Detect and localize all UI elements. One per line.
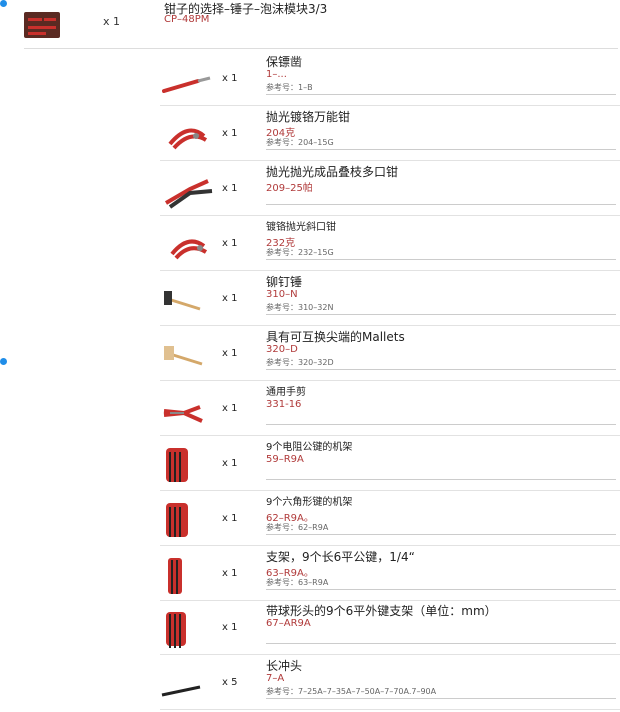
kit-quantity: x 1 xyxy=(103,15,121,28)
item-code[interactable]: 67–AR9A xyxy=(266,618,311,629)
list-item[interactable]: x 1 具有可互换尖端的Mallets 320–D 参考号：320–32D xyxy=(160,328,620,383)
item-reference: 参考号：62–R9A xyxy=(266,523,329,532)
underline xyxy=(266,259,616,260)
divider xyxy=(160,215,620,216)
item-quantity: x 1 xyxy=(222,238,238,249)
item-reference: 参考号：204–15G xyxy=(266,138,334,147)
item-code[interactable]: 59–R9A xyxy=(266,454,304,465)
item-reference: 参考号：232–15G xyxy=(266,248,334,257)
item-quantity: x 1 xyxy=(222,128,238,139)
item-quantity: x 1 xyxy=(222,513,238,524)
combination-pliers-icon xyxy=(160,116,220,156)
item-reference: 参考号：310–32N xyxy=(266,303,334,312)
mallet-icon xyxy=(160,336,220,376)
item-name[interactable]: 9个电阻公键的机架 xyxy=(266,438,352,453)
list-item[interactable]: x 1 铆钉锤 310–N 参考号：310–32N xyxy=(160,273,620,328)
item-quantity: x 1 xyxy=(222,183,238,194)
item-name[interactable]: 9个六角形键的机架 xyxy=(266,493,352,508)
marker-icon xyxy=(0,358,7,365)
item-reference: 参考号：320–32D xyxy=(266,358,334,367)
list-item[interactable]: x 1 支架，9个长6平公键，1/4“ 63–R9A。 参考号：63–R9A xyxy=(160,548,620,603)
item-code[interactable]: 310–N xyxy=(266,289,298,300)
diagonal-cutters-icon xyxy=(160,226,220,266)
kit-code[interactable]: CP–48PM xyxy=(164,14,209,25)
item-quantity: x 1 xyxy=(222,73,238,84)
hex-key-set-icon xyxy=(160,501,220,541)
tool-kit-icon xyxy=(24,12,60,38)
underline xyxy=(266,643,616,644)
list-item[interactable]: x 1 带球形头的9个6平外键支架（单位：mm） 67–AR9A xyxy=(160,602,620,657)
underline xyxy=(266,204,616,205)
divider xyxy=(160,105,620,106)
chisel-icon xyxy=(160,61,220,101)
item-quantity: x 1 xyxy=(222,458,238,469)
list-item[interactable]: x 1 保镖凿 1–... 参考号：1–B xyxy=(160,53,620,108)
item-code[interactable]: 331-16 xyxy=(266,399,301,410)
hex-key-set-icon xyxy=(160,446,220,486)
list-item[interactable]: x 1 抛光镀铬万能钳 204克 参考号：204–15G xyxy=(160,108,620,163)
divider xyxy=(160,435,620,436)
underline xyxy=(266,698,616,699)
underline xyxy=(266,479,616,480)
item-code[interactable]: 320–D xyxy=(266,344,298,355)
item-code[interactable]: 7–A xyxy=(266,673,284,684)
item-quantity: x 1 xyxy=(222,293,238,304)
ball-hex-key-set-icon xyxy=(160,610,220,650)
item-name[interactable]: 带球形头的9个6平外键支架（单位：mm） xyxy=(266,602,497,619)
divider xyxy=(24,48,618,49)
list-item[interactable]: x 1 抛光抛光成品叠枝多口钳 209–25帕 xyxy=(160,163,620,218)
item-code[interactable]: 209–25帕 xyxy=(266,179,313,194)
item-name[interactable]: 抛光镀铬万能钳 xyxy=(266,108,350,125)
item-code[interactable]: 1–... xyxy=(266,69,287,80)
underline xyxy=(266,369,616,370)
slip-joint-pliers-icon xyxy=(160,171,220,211)
item-name[interactable]: 铆钉锤 xyxy=(266,273,302,290)
divider xyxy=(160,654,620,655)
shears-icon xyxy=(160,391,220,431)
item-name[interactable]: 保镖凿 xyxy=(266,53,302,70)
item-name[interactable]: 具有可互换尖端的Mallets xyxy=(266,328,405,345)
divider xyxy=(160,160,620,161)
underline xyxy=(266,314,616,315)
underline xyxy=(266,589,616,590)
item-quantity: x 1 xyxy=(222,568,238,579)
marker-icon xyxy=(0,0,7,7)
item-quantity: x 1 xyxy=(222,622,238,633)
list-item[interactable]: x 1 9个六角形键的机架 62–R9A。 参考号：62–R9A xyxy=(160,493,620,548)
item-reference: 参考号：1–B xyxy=(266,83,313,92)
divider xyxy=(160,545,620,546)
underline xyxy=(266,94,616,95)
item-reference: 参考号：63–R9A xyxy=(266,578,329,587)
item-name[interactable]: 镀铬抛光斜口钳 xyxy=(266,218,336,233)
underline xyxy=(266,424,616,425)
divider xyxy=(160,490,620,491)
item-quantity: x 5 xyxy=(222,677,238,688)
list-item[interactable]: x 5 长冲头 7–A 参考号：7–25A–7–35A–7–50A–7–70A.7–9… xyxy=(160,657,620,712)
kit-header: x 1 钳子的选择–锤子–泡沫模块3/3 CP–48PM xyxy=(0,0,620,48)
hammer-icon xyxy=(160,281,220,321)
list-item[interactable]: x 1 9个电阻公键的机架 59–R9A xyxy=(160,438,620,493)
item-name[interactable]: 长冲头 xyxy=(266,657,302,674)
item-name[interactable]: 支架，9个长6平公键，1/4“ xyxy=(266,548,415,565)
list-item[interactable]: x 1 镀铬抛光斜口钳 232克 参考号：232–15G xyxy=(160,218,620,273)
long-hex-key-set-icon xyxy=(160,556,220,596)
divider xyxy=(160,600,620,601)
punch-icon xyxy=(160,665,220,705)
underline xyxy=(266,534,616,535)
item-quantity: x 1 xyxy=(222,348,238,359)
item-name[interactable]: 通用手剪 xyxy=(266,383,306,398)
item-name[interactable]: 抛光抛光成品叠枝多口钳 xyxy=(266,163,398,180)
divider xyxy=(160,380,620,381)
underline xyxy=(266,149,616,150)
list-item[interactable]: x 1 通用手剪 331-16 xyxy=(160,383,620,438)
divider xyxy=(160,709,620,710)
item-reference: 参考号：7–25A–7–35A–7–50A–7–70A.7–90A xyxy=(266,687,437,696)
divider xyxy=(160,325,620,326)
item-quantity: x 1 xyxy=(222,403,238,414)
divider xyxy=(160,270,620,271)
